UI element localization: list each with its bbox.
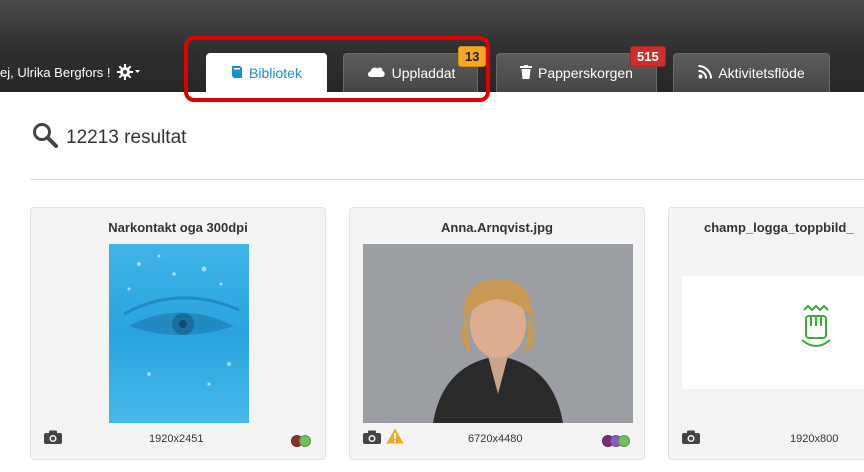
warning-icon [386, 428, 404, 449]
tab-label: Bibliotek [249, 65, 302, 81]
status-dot-icon [618, 435, 630, 447]
greeting-text: ej, Ulrika Bergfors ! [0, 64, 111, 80]
trash-count-badge: 515 [630, 46, 666, 67]
tab-bibliotek[interactable]: Bibliotek [206, 53, 327, 92]
status-icons [291, 435, 311, 447]
camera-icon [44, 430, 62, 449]
uploaded-count-badge: 13 [458, 46, 487, 67]
asset-thumbnail[interactable] [109, 244, 249, 423]
user-greeting[interactable]: ej, Ulrika Bergfors ! [0, 64, 141, 80]
champ-logo-icon [801, 304, 831, 347]
asset-dimensions: 1920x800 [790, 433, 839, 445]
asset-card[interactable]: Anna.Arnqvist.jpg 6720x4480 [349, 207, 645, 460]
tab-aktivitetsflode[interactable]: Aktivitetsflöde [673, 53, 830, 92]
status-icons [602, 435, 630, 447]
camera-icon [363, 430, 381, 449]
tab-label: Aktivitetsflöde [718, 65, 805, 81]
results-count: 12213 resultat [66, 127, 187, 148]
asset-title: Narkontakt oga 300dpi [108, 220, 248, 235]
gear-icon[interactable] [116, 64, 141, 80]
camera-icon [682, 430, 700, 449]
search-icon[interactable] [32, 122, 58, 154]
asset-title: champ_logga_toppbild_ [704, 220, 854, 235]
search-results-summary: 12213 resultat [32, 122, 186, 154]
asset-card[interactable]: champ_logga_toppbild_ 1920x800 [668, 207, 864, 460]
rss-icon [698, 64, 713, 82]
book-icon [231, 65, 243, 82]
asset-title: Anna.Arnqvist.jpg [441, 220, 553, 235]
tab-label: Papperskorgen [538, 65, 633, 81]
asset-dimensions: 6720x4480 [468, 433, 523, 445]
trash-icon [520, 64, 533, 82]
asset-thumbnail[interactable] [682, 276, 864, 389]
tab-label: Uppladdat [391, 65, 456, 81]
divider [30, 179, 864, 180]
status-dot-icon [299, 435, 311, 447]
asset-thumbnail[interactable] [363, 244, 633, 423]
asset-dimensions: 1920x2451 [149, 433, 204, 445]
cloud-icon [366, 65, 386, 81]
asset-card[interactable]: Narkontakt oga 300dpi 1920x2451 [30, 207, 326, 460]
